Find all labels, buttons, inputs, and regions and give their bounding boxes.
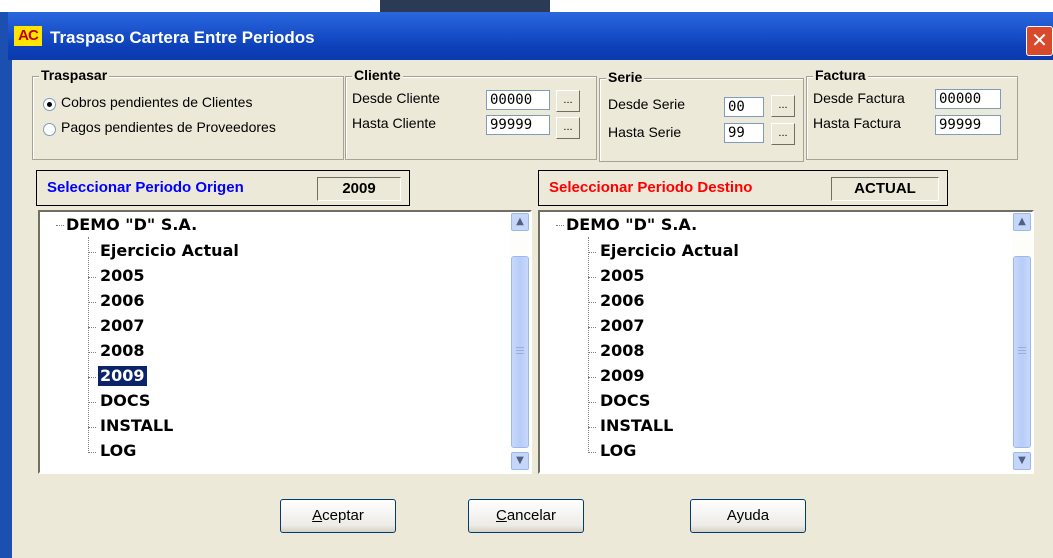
cancelar-button[interactable]: Cancelar: [468, 499, 584, 533]
hasta-serie-input[interactable]: 99: [724, 123, 764, 143]
tree-root[interactable]: DEMO "D" S.A.: [66, 215, 197, 235]
hasta-factura-input[interactable]: 99999: [935, 115, 1001, 135]
tree-item[interactable]: 2008: [600, 341, 645, 361]
origen-scrollbar[interactable]: ▲ ▼: [510, 212, 530, 472]
destino-tree[interactable]: DEMO "D" S.A. Ejercicio Actual 2005 2006…: [538, 210, 1034, 474]
radio-pagos-label[interactable]: Pagos pendientes de Proveedores: [61, 119, 276, 135]
ayuda-button[interactable]: Ayuda: [690, 499, 806, 533]
hasta-serie-label: Hasta Serie: [608, 124, 682, 140]
destino-scrollbar[interactable]: ▲ ▼: [1012, 212, 1032, 472]
window-title: Traspaso Cartera Entre Periodos: [50, 28, 315, 47]
desde-serie-label: Desde Serie: [608, 96, 686, 112]
tree-item[interactable]: 2005: [100, 266, 145, 286]
serie-group: Serie Desde Serie 00 ... Hasta Serie 99 …: [599, 69, 804, 162]
radio-cobros[interactable]: [43, 98, 56, 111]
tree-item[interactable]: LOG: [600, 441, 636, 461]
desde-cliente-label: Desde Cliente: [352, 90, 440, 106]
tree-root[interactable]: DEMO "D" S.A.: [566, 215, 697, 235]
cliente-legend: Cliente: [352, 67, 403, 83]
origen-tree[interactable]: DEMO "D" S.A. Ejercicio Actual 2005 2006…: [38, 210, 532, 474]
tree-item[interactable]: 2008: [100, 341, 145, 361]
factura-group: Factura Desde Factura 00000 Hasta Factur…: [806, 67, 1018, 160]
tree-item[interactable]: 2006: [600, 291, 645, 311]
desktop-strip: [0, 0, 1053, 12]
close-icon[interactable]: ✕: [1026, 26, 1053, 56]
tree-item[interactable]: Ejercicio Actual: [100, 241, 239, 261]
cliente-group: Cliente Desde Cliente 00000 ... Hasta Cl…: [345, 67, 597, 160]
tree-item[interactable]: DOCS: [600, 391, 650, 411]
tree-item[interactable]: INSTALL: [600, 416, 673, 436]
window-border: [0, 12, 8, 558]
destino-selector: Seleccionar Periodo Destino ACTUAL: [538, 170, 948, 206]
traspasar-legend: Traspasar: [39, 67, 110, 83]
desde-serie-lookup-button[interactable]: ...: [771, 95, 795, 117]
scroll-up-icon[interactable]: ▲: [1013, 213, 1031, 231]
destino-label: Seleccionar Periodo Destino: [549, 179, 753, 196]
desde-factura-label: Desde Factura: [813, 90, 905, 106]
scroll-up-icon[interactable]: ▲: [511, 213, 529, 231]
hasta-factura-label: Hasta Factura: [813, 115, 901, 131]
origen-value: 2009: [317, 177, 401, 201]
hasta-cliente-lookup-button[interactable]: ...: [556, 117, 580, 139]
tree-item[interactable]: LOG: [100, 441, 136, 461]
tree-item[interactable]: 2009: [600, 366, 645, 386]
desde-factura-input[interactable]: 00000: [935, 89, 1001, 109]
traspasar-group: Traspasar Cobros pendientes de Clientes …: [32, 67, 344, 160]
scroll-down-icon[interactable]: ▼: [1013, 452, 1031, 470]
app-icon: AC: [14, 26, 42, 46]
dialog-body: Traspasar Cobros pendientes de Clientes …: [8, 60, 1053, 558]
serie-legend: Serie: [606, 69, 645, 85]
destino-value: ACTUAL: [831, 177, 939, 201]
tree-item[interactable]: 2006: [100, 291, 145, 311]
origen-label: Seleccionar Periodo Origen: [47, 179, 244, 196]
tree-item[interactable]: Ejercicio Actual: [600, 241, 739, 261]
hasta-cliente-label: Hasta Cliente: [352, 115, 437, 131]
tree-item[interactable]: 2007: [600, 316, 645, 336]
tree-item[interactable]: DOCS: [100, 391, 150, 411]
tree-item[interactable]: 2005: [600, 266, 645, 286]
factura-legend: Factura: [813, 67, 868, 83]
desde-serie-input[interactable]: 00: [724, 97, 764, 117]
radio-cobros-label[interactable]: Cobros pendientes de Clientes: [61, 94, 252, 110]
scroll-thumb[interactable]: [1013, 256, 1031, 448]
desde-cliente-input[interactable]: 00000: [486, 90, 550, 110]
hasta-cliente-input[interactable]: 99999: [486, 115, 550, 135]
desde-cliente-lookup-button[interactable]: ...: [556, 90, 580, 112]
tree-item[interactable]: INSTALL: [100, 416, 173, 436]
hasta-serie-lookup-button[interactable]: ...: [771, 123, 795, 145]
radio-pagos[interactable]: [43, 123, 56, 136]
tree-item-selected[interactable]: 2009: [97, 365, 148, 387]
scroll-down-icon[interactable]: ▼: [511, 452, 529, 470]
tree-item[interactable]: 2007: [100, 316, 145, 336]
scroll-thumb[interactable]: [511, 256, 529, 448]
aceptar-button[interactable]: Aceptar: [280, 499, 396, 533]
origen-selector: Seleccionar Periodo Origen 2009: [36, 170, 410, 206]
